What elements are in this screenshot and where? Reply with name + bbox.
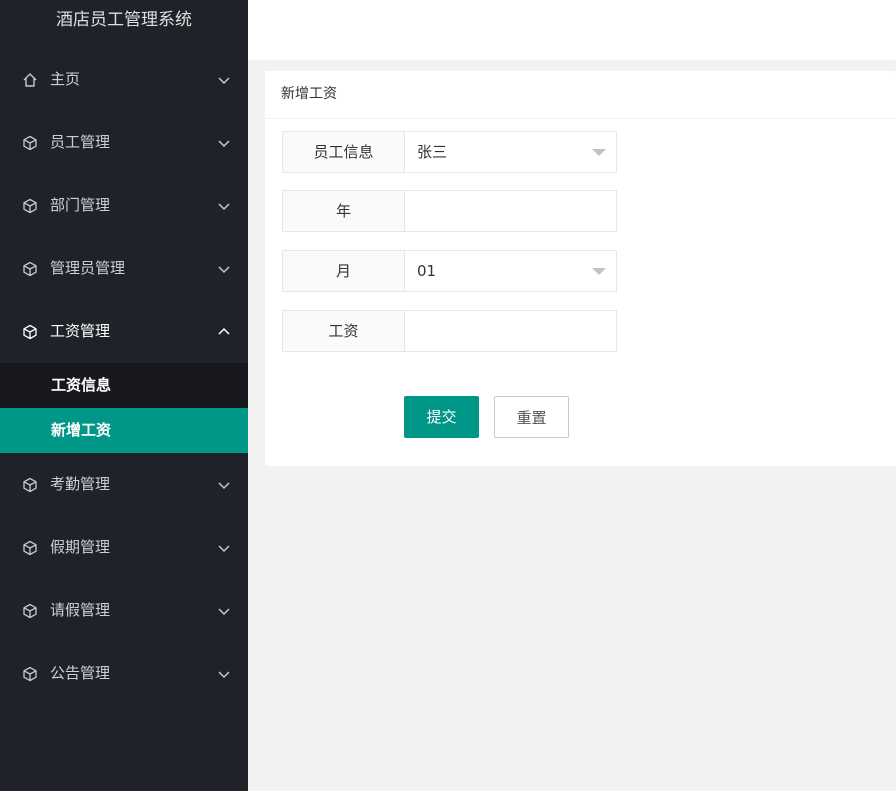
- app-title: 酒店员工管理系统: [56, 10, 192, 30]
- form-row-employee: 员工信息 张三: [282, 131, 617, 173]
- sidebar-item-label: 管理员管理: [50, 259, 126, 277]
- sidebar-item-admin[interactable]: 管理员管理: [0, 237, 248, 300]
- sidebar-item-attendance[interactable]: 考勤管理: [0, 453, 248, 516]
- year-input[interactable]: [404, 190, 617, 232]
- month-label: 月: [282, 250, 404, 292]
- cube-icon: [21, 453, 39, 516]
- sidebar-item-label: 假期管理: [50, 538, 111, 556]
- month-select[interactable]: 01: [404, 250, 617, 292]
- month-select-value: 01: [417, 262, 437, 280]
- cube-icon: [21, 516, 39, 579]
- submit-button[interactable]: 提交: [404, 396, 479, 438]
- chevron-down-icon: [216, 48, 232, 111]
- sidebar-subitem-salary-info[interactable]: 工资信息: [0, 363, 248, 408]
- sidebar-item-label: 公告管理: [50, 664, 111, 682]
- card-title: 新增工资: [265, 71, 896, 119]
- chevron-down-icon: [216, 516, 232, 579]
- sidebar-item-salary[interactable]: 工资管理: [0, 300, 248, 363]
- chevron-down-icon: [216, 237, 232, 300]
- chevron-up-icon: [216, 300, 232, 363]
- chevron-down-icon: [216, 642, 232, 705]
- sidebar-item-label: 部门管理: [50, 196, 111, 214]
- sidebar-item-label: 请假管理: [50, 601, 111, 619]
- employee-select[interactable]: 张三: [404, 131, 617, 173]
- sidebar: 酒店员工管理系统 主页 员工管理 部门管理 管理员管理 工资管理 工资信息 新增…: [0, 0, 248, 791]
- chevron-down-icon: [216, 174, 232, 237]
- reset-button[interactable]: 重置: [494, 396, 569, 438]
- sidebar-item-leave[interactable]: 请假管理: [0, 579, 248, 642]
- form-row-month: 月 01: [282, 250, 617, 292]
- home-icon: [21, 48, 39, 111]
- employee-select-value: 张三: [417, 143, 448, 161]
- top-header: [248, 0, 896, 60]
- sidebar-item-notice[interactable]: 公告管理: [0, 642, 248, 705]
- form-row-salary: 工资: [282, 310, 617, 352]
- sidebar-item-label: 工资管理: [50, 322, 111, 340]
- sidebar-item-department[interactable]: 部门管理: [0, 174, 248, 237]
- employee-label: 员工信息: [282, 131, 404, 173]
- sidebar-item-home[interactable]: 主页: [0, 48, 248, 111]
- chevron-down-icon: [216, 453, 232, 516]
- cube-icon: [21, 237, 39, 300]
- form-row-year: 年: [282, 190, 617, 232]
- sidebar-item-holiday[interactable]: 假期管理: [0, 516, 248, 579]
- chevron-down-icon: [216, 111, 232, 174]
- salary-input[interactable]: [404, 310, 617, 352]
- add-salary-card: 新增工资 员工信息 张三 年 月 01 工资 提交 重置: [265, 71, 896, 466]
- sidebar-item-employee[interactable]: 员工管理: [0, 111, 248, 174]
- sidebar-item-label: 主页: [50, 70, 81, 88]
- sidebar-item-label: 考勤管理: [50, 475, 111, 493]
- cube-icon: [21, 579, 39, 642]
- dropdown-caret-icon: [592, 149, 606, 156]
- salary-label: 工资: [282, 310, 404, 352]
- sidebar-nav: 主页 员工管理 部门管理 管理员管理 工资管理 工资信息 新增工资 考勤管理 假…: [0, 48, 248, 705]
- dropdown-caret-icon: [592, 268, 606, 275]
- cube-icon: [21, 174, 39, 237]
- sidebar-item-label: 员工管理: [50, 133, 111, 151]
- chevron-down-icon: [216, 579, 232, 642]
- cube-icon: [21, 642, 39, 705]
- sidebar-subitem-add-salary[interactable]: 新增工资: [0, 408, 248, 453]
- cube-icon: [21, 111, 39, 174]
- year-label: 年: [282, 190, 404, 232]
- salary-submenu: 工资信息 新增工资: [0, 363, 248, 453]
- cube-icon: [21, 300, 39, 363]
